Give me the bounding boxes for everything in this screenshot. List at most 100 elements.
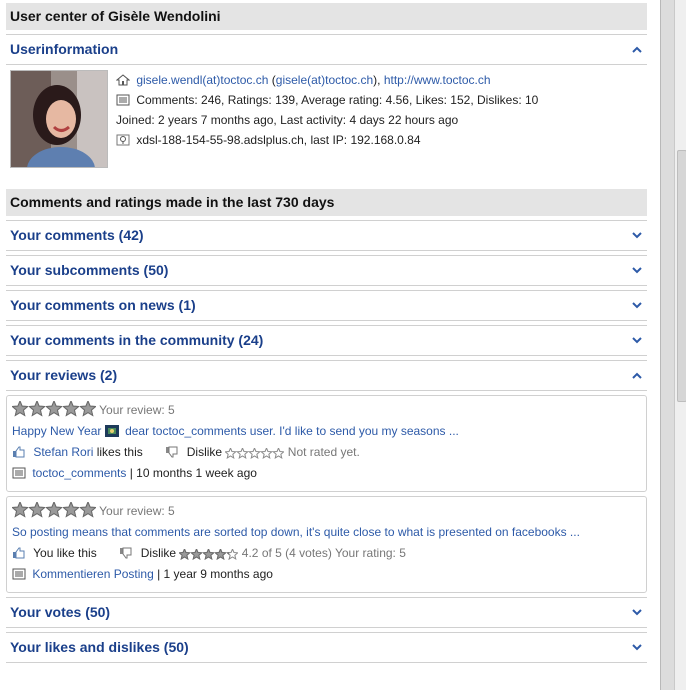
thumbs-up-icon[interactable] xyxy=(12,545,26,559)
review-rating-row: Your review: 5 xyxy=(11,399,641,421)
star-icon xyxy=(62,399,80,417)
chevron-down-icon[interactable] xyxy=(631,291,643,320)
source-link[interactable]: Kommentieren Posting xyxy=(32,567,153,581)
host-text: xdsl-188-154-55-98.adslplus.ch, last IP:… xyxy=(136,133,421,147)
thumbs-up-icon[interactable] xyxy=(12,444,26,458)
star-icon xyxy=(45,500,63,518)
user-center-panel: User center of Gisèle Wendolini Userinfo… xyxy=(0,0,661,690)
accordion-label: Your subcomments (50) xyxy=(10,262,169,278)
not-rated: Not rated yet. xyxy=(287,445,360,459)
star-icon xyxy=(79,399,97,417)
stats-icon xyxy=(116,92,130,106)
accordion-list-after: Your votes (50) Your likes and dislikes (… xyxy=(6,597,647,663)
section-accordion[interactable]: Your comments in the community (24) xyxy=(6,325,647,356)
userinfo-accordion[interactable]: Userinformation xyxy=(6,34,647,65)
dislike-label[interactable]: Dislike xyxy=(141,546,176,560)
star-icon xyxy=(62,500,80,518)
comment-source-icon xyxy=(12,465,26,479)
avatar-photo xyxy=(11,71,107,167)
likes-text: likes this xyxy=(96,445,143,459)
review-text-row: Happy New Year dear toctoc_comments user… xyxy=(12,421,641,442)
scrollbar[interactable] xyxy=(674,0,686,690)
star-icon xyxy=(28,399,46,417)
review-text-a[interactable]: Happy New Year xyxy=(12,424,101,438)
section-accordion[interactable]: Your comments on news (1) xyxy=(6,290,647,321)
chevron-down-icon[interactable] xyxy=(631,633,643,662)
chevron-down-icon[interactable] xyxy=(631,256,643,285)
dislike-label[interactable]: Dislike xyxy=(187,445,222,459)
avatar xyxy=(10,70,108,168)
scrollbar-thumb[interactable] xyxy=(677,150,686,402)
star-icon xyxy=(214,547,228,561)
star-icon xyxy=(236,446,250,460)
review-source-row: Kommentieren Posting | 1 year 9 months a… xyxy=(12,564,641,585)
star-icon xyxy=(190,547,204,561)
review-like-row: You like this Dislike 4.2 of 5 (4 votes)… xyxy=(12,543,641,564)
userinfo-heading: Userinformation xyxy=(10,41,119,57)
review-source-row: toctoc_comments | 10 months 1 week ago xyxy=(12,463,641,484)
chevron-up-icon[interactable] xyxy=(631,361,643,390)
review-text-b[interactable]: dear toctoc_comments user. I'd like to s… xyxy=(125,424,459,438)
star-icon xyxy=(79,500,97,518)
reviews-accordion[interactable]: Your reviews (2) xyxy=(6,360,647,391)
home-icon xyxy=(115,72,131,86)
star-icon xyxy=(224,446,238,460)
accordion-label: Your comments in the community (24) xyxy=(10,332,264,348)
user-details: gisele.wendl(at)toctoc.ch (gisele(at)toc… xyxy=(115,70,538,150)
your-review: Your review: 5 xyxy=(99,403,175,417)
accordion-list: Your comments (42) Your subcomments (50) Y… xyxy=(6,220,647,356)
stats-row: Comments: 246, Ratings: 139, Average rat… xyxy=(116,90,538,110)
accordion-label: Your comments (42) xyxy=(10,227,144,243)
joined-text: Joined: 2 years 7 months ago, Last activ… xyxy=(116,113,459,127)
star-icon xyxy=(45,399,63,417)
picture-icon xyxy=(104,423,119,437)
review-card: Your review: 5 So posting means that com… xyxy=(6,496,647,593)
joined-row: Joined: 2 years 7 months ago, Last activ… xyxy=(116,110,538,130)
accordion-label: Your comments on news (1) xyxy=(10,297,196,313)
avg-rating-text: 4.2 of 5 (4 votes) Your rating: 5 xyxy=(241,546,406,560)
chevron-down-icon[interactable] xyxy=(631,221,643,250)
email-link[interactable]: gisele.wendl(at)toctoc.ch xyxy=(136,73,268,87)
liker-link[interactable]: Stefan Rori xyxy=(33,445,93,459)
comment-source-icon xyxy=(12,566,26,580)
chevron-up-icon[interactable] xyxy=(631,35,643,64)
review-time: | 10 months 1 week ago xyxy=(129,466,257,480)
host-row: xdsl-188-154-55-98.adslplus.ch, last IP:… xyxy=(116,130,538,150)
section-accordion[interactable]: Your subcomments (50) xyxy=(6,255,647,286)
accordion-label: Your likes and dislikes (50) xyxy=(10,639,189,655)
location-icon xyxy=(116,132,130,146)
section-accordion[interactable]: Your comments (42) xyxy=(6,220,647,251)
star-icon xyxy=(178,547,192,561)
section-accordion[interactable]: Your likes and dislikes (50) xyxy=(6,632,647,663)
star-icon xyxy=(11,399,29,417)
review-time: | 1 year 9 months ago xyxy=(157,567,273,581)
review-rating-row: Your review: 5 xyxy=(11,500,641,522)
star-icon xyxy=(28,500,46,518)
you-like-text: You like this xyxy=(33,546,97,560)
section-accordion[interactable]: Your votes (50) xyxy=(6,597,647,628)
star-icon xyxy=(248,446,262,460)
star-icon xyxy=(260,446,274,460)
chevron-down-icon[interactable] xyxy=(631,326,643,355)
thumbs-down-icon[interactable] xyxy=(119,545,133,559)
star-icon xyxy=(11,500,29,518)
chevron-down-icon[interactable] xyxy=(631,598,643,627)
accordion-label: Your votes (50) xyxy=(10,604,111,620)
thumbs-down-icon[interactable] xyxy=(165,444,179,458)
user-info-box: gisele.wendl(at)toctoc.ch (gisele(at)toc… xyxy=(6,65,647,175)
star-icon xyxy=(226,547,240,561)
review-card: Your review: 5 Happy New Year dear tocto… xyxy=(6,395,647,492)
your-review: Your review: 5 xyxy=(99,504,175,518)
review-text-row: So posting means that comments are sorte… xyxy=(12,522,641,543)
contact-row: gisele.wendl(at)toctoc.ch (gisele(at)toc… xyxy=(115,70,538,90)
star-icon xyxy=(272,446,286,460)
star-icon xyxy=(202,547,216,561)
review-like-row: Stefan Rori likes this Dislike Not rated… xyxy=(12,442,641,463)
paren-close: ), xyxy=(373,73,381,87)
email-link-2[interactable]: gisele(at)toctoc.ch xyxy=(276,73,373,87)
stats-text: Comments: 246, Ratings: 139, Average rat… xyxy=(136,93,539,107)
source-link[interactable]: toctoc_comments xyxy=(32,466,126,480)
content: User center of Gisèle Wendolini Userinfo… xyxy=(6,0,647,663)
website-link[interactable]: http://www.toctoc.ch xyxy=(384,73,491,87)
review-text[interactable]: So posting means that comments are sorte… xyxy=(12,525,580,539)
